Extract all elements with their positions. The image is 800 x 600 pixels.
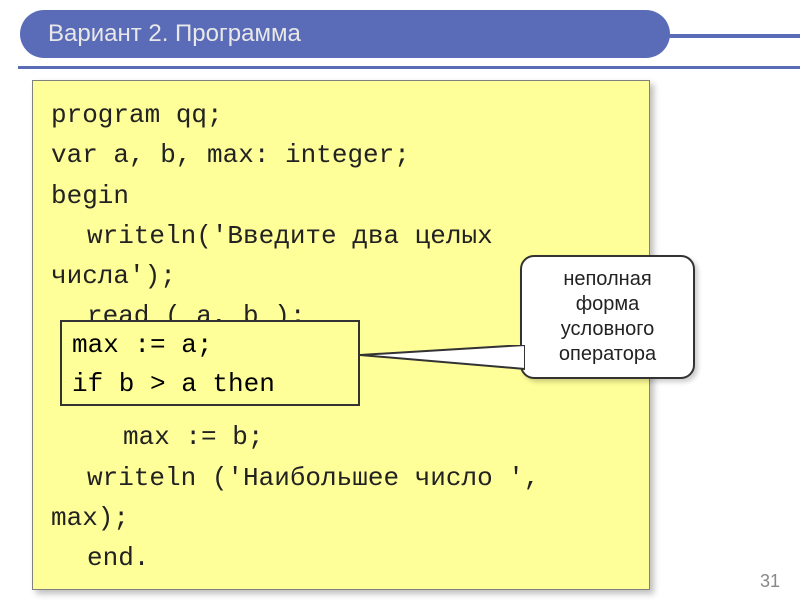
title-underline bbox=[18, 66, 800, 69]
code-line: begin bbox=[51, 176, 631, 216]
callout-text: неполная форма условного оператора bbox=[559, 268, 656, 365]
title-tail-line bbox=[655, 34, 800, 38]
code-line: end. bbox=[51, 538, 631, 578]
code-line: var a, b, max: integer; bbox=[51, 135, 631, 175]
slide-title: Вариант 2. Программа bbox=[48, 20, 301, 48]
callout-bubble: неполная форма условного оператора bbox=[520, 255, 695, 379]
slide-title-bar: Вариант 2. Программа bbox=[20, 10, 670, 58]
code-line: writeln ('Наибольшее число ', bbox=[51, 458, 631, 498]
highlighted-code-box: max := a; if b > a then bbox=[60, 320, 360, 406]
code-line: max := a; bbox=[72, 326, 348, 365]
code-line: program qq; bbox=[51, 95, 631, 135]
page-number: 31 bbox=[760, 571, 780, 592]
code-line: if b > a then bbox=[72, 365, 348, 404]
code-line: max := b; bbox=[51, 417, 631, 457]
code-line: max); bbox=[51, 498, 631, 538]
code-line: writeln('Введите два целых bbox=[51, 216, 631, 256]
